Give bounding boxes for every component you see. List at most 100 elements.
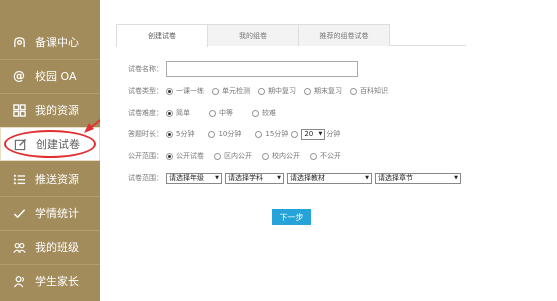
radio-label: 较难 [262, 109, 276, 117]
radio-dot [291, 130, 299, 138]
radio-time-10[interactable]: 10分钟 [208, 129, 241, 139]
difficulty-label: 试卷难度： [128, 109, 163, 117]
radio-difficulty-medium[interactable]: 中等 [209, 108, 233, 118]
radio-dot [166, 109, 173, 117]
radio-scope-district[interactable]: 区内公开 [214, 151, 252, 161]
sidebar-item-lesson-prep[interactable]: 备课中心 [0, 25, 100, 59]
radio-label: 中等 [219, 109, 233, 117]
answer-time-label: 答题时长： [128, 130, 163, 138]
chevron-down-icon: ▼ [277, 175, 281, 181]
row-difficulty: 试卷难度： 简单 中等 较难 [128, 106, 284, 120]
sidebar-item-learning-stats[interactable]: 学情统计 [0, 196, 100, 230]
radio-dot [304, 87, 311, 95]
textbook-select[interactable]: 请选择教材 ▼ [287, 172, 372, 184]
sidebar-item-label: 校园 OA [35, 70, 77, 83]
row-publish-scope: 公开范围： 公开试卷 区内公开 校内公开 不公开 [128, 149, 349, 163]
row-answer-time: 答题时长： 5分钟 10分钟 15分钟 20 ▼ 分钟 [128, 127, 340, 141]
chevron-down-icon: ▼ [215, 175, 219, 181]
chevron-down-icon: ▼ [454, 175, 458, 181]
tab-bar: 创建试卷 我的组卷 推荐的组卷试卷 [116, 24, 466, 47]
radio-difficulty-hard[interactable]: 较难 [252, 108, 276, 118]
select-value: 请选择学科 [228, 174, 263, 182]
radio-label: 区内公开 [224, 152, 252, 160]
paper-range-label: 试卷范围： [128, 174, 163, 182]
subject-select[interactable]: 请选择学科 ▼ [225, 172, 284, 184]
custom-time-select[interactable]: 20 ▼ [301, 128, 326, 140]
chapter-select[interactable]: 请选择章节 ▼ [375, 172, 461, 184]
radio-label: 期中复习 [268, 87, 296, 95]
radio-dot [262, 152, 269, 160]
radio-time-5[interactable]: 5分钟 [166, 129, 194, 139]
select-value: 请选择教材 [290, 174, 325, 182]
radio-label: 15分钟 [265, 130, 289, 138]
publish-scope-label: 公开范围： [128, 152, 163, 160]
main-panel: 创建试卷 我的组卷 推荐的组卷试卷 试卷名称： 试卷类型： 一课一练 单元检测 … [100, 0, 557, 301]
group-icon [12, 240, 26, 254]
sidebar-item-label: 学生家长 [35, 275, 79, 288]
sidebar-item-label: 学情统计 [35, 207, 79, 220]
radio-type-unit-test[interactable]: 单元检测 [212, 86, 250, 96]
radio-dot [166, 87, 173, 95]
select-value: 请选择年级 [169, 174, 204, 182]
sidebar-item-parents[interactable]: 学生家长 [0, 264, 100, 298]
radio-type-practice[interactable]: 一课一练 [166, 86, 204, 96]
radio-label: 5分钟 [176, 130, 195, 138]
radio-dot [214, 152, 221, 160]
lesson-prep-icon [12, 35, 26, 49]
sidebar-item-label: 推送资源 [35, 173, 79, 186]
parent-icon [12, 274, 26, 288]
radio-scope-school[interactable]: 校内公开 [262, 151, 300, 161]
radio-dot [166, 130, 173, 138]
grade-select[interactable]: 请选择年级 ▼ [166, 172, 222, 184]
radio-dot [310, 152, 317, 160]
chevron-down-icon: ▼ [365, 175, 369, 181]
checkmark-icon [12, 206, 26, 220]
radio-scope-private[interactable]: 不公开 [310, 151, 341, 161]
radio-difficulty-easy[interactable]: 简单 [166, 108, 190, 118]
paper-name-input[interactable] [166, 61, 358, 77]
custom-time-unit: 分钟 [326, 130, 341, 138]
radio-label: 公开试卷 [176, 152, 204, 160]
radio-label: 百科知识 [360, 87, 388, 95]
select-value: 请选择章节 [378, 174, 413, 182]
radio-dot [208, 130, 216, 138]
tab-create-paper[interactable]: 创建试卷 [116, 24, 208, 47]
grid-icon [12, 103, 26, 117]
at-sign-icon: @ [13, 69, 25, 83]
radio-dot [166, 152, 173, 160]
list-icon [12, 172, 26, 186]
radio-time-custom[interactable] [291, 130, 301, 138]
radio-dot [209, 109, 216, 117]
sidebar-item-label: 我的班级 [35, 241, 79, 254]
radio-dot [350, 87, 357, 95]
select-value: 20 [304, 130, 314, 138]
radio-type-midterm[interactable]: 期中复习 [258, 86, 296, 96]
row-paper-type: 试卷类型： 一课一练 单元检测 期中复习 期末复习 百科知识 [128, 84, 396, 98]
radio-label: 不公开 [320, 152, 341, 160]
radio-label: 10分钟 [218, 130, 242, 138]
tab-my-papers[interactable]: 我的组卷 [207, 24, 299, 46]
radio-type-final[interactable]: 期末复习 [304, 86, 342, 96]
radio-time-15[interactable]: 15分钟 [255, 129, 288, 139]
radio-label: 期末复习 [314, 87, 342, 95]
radio-scope-public[interactable]: 公开试卷 [166, 151, 204, 161]
row-paper-name: 试卷名称： [128, 61, 358, 77]
chevron-down-icon: ▼ [318, 131, 323, 137]
radio-label: 简单 [176, 109, 190, 117]
sidebar-item-label: 备课中心 [35, 36, 79, 49]
radio-label: 单元检测 [222, 87, 250, 95]
sidebar-item-label: 我的资源 [35, 104, 79, 117]
radio-dot [252, 109, 259, 117]
radio-type-encyclopedia[interactable]: 百科知识 [350, 86, 388, 96]
sidebar-item-push-resources[interactable]: 推送资源 [0, 162, 100, 196]
sidebar-item-my-class[interactable]: 我的班级 [0, 230, 100, 264]
tab-recommended-papers[interactable]: 推荐的组卷试卷 [298, 24, 390, 46]
paper-name-label: 试卷名称： [128, 65, 163, 73]
radio-dot [258, 87, 265, 95]
radio-dot [212, 87, 219, 95]
radio-label: 校内公开 [272, 152, 300, 160]
next-step-button[interactable]: 下一步 [272, 209, 311, 225]
paper-type-label: 试卷类型： [128, 87, 163, 95]
row-paper-range: 试卷范围： 请选择年级 ▼ 请选择学科 ▼ 请选择教材 ▼ 请选择章节 ▼ [128, 171, 464, 185]
radio-dot [255, 130, 263, 138]
